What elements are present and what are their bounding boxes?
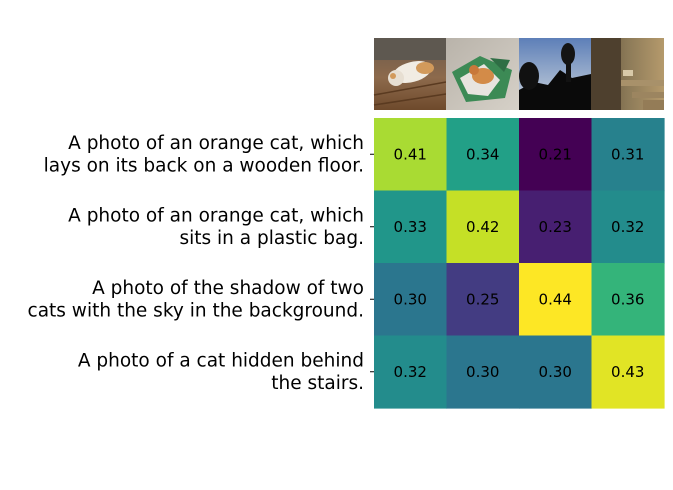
- cell-value-r1-c2: 0.34: [466, 145, 499, 163]
- row-label-1-line-1: A photo of an orange cat, which: [68, 133, 364, 154]
- cell-value-r4-c4: 0.43: [611, 363, 644, 381]
- cell-value-r2-c2: 0.42: [466, 218, 499, 236]
- cell-value-r2-c3: 0.23: [539, 218, 572, 236]
- cell-value-r4-c1: 0.32: [394, 363, 427, 381]
- cell-value-r4-c3: 0.30: [539, 363, 572, 381]
- cell-value-r2-c4: 0.32: [611, 218, 644, 236]
- cell-value-r3-c2: 0.25: [466, 290, 499, 308]
- cat-behind-stairs-photo: [591, 38, 664, 110]
- cat-shadows-sky-photo: [519, 38, 591, 110]
- cell-value-r3-c1: 0.30: [394, 290, 427, 308]
- row-label-3-line-2: cats with the sky in the background.: [28, 301, 364, 322]
- column-images: [373, 38, 664, 110]
- cell-value-r2-c1: 0.33: [394, 218, 427, 236]
- row-label-2-line-1: A photo of an orange cat, which: [68, 206, 364, 227]
- cell-value-r4-c2: 0.30: [466, 363, 499, 381]
- row-labels: A photo of an orange cat, whichlays on i…: [28, 133, 374, 394]
- row-label-3-line-1: A photo of the shadow of two: [92, 278, 364, 299]
- cell-value-r3-c3: 0.44: [539, 290, 572, 308]
- cell-value-r1-c1: 0.41: [394, 145, 427, 163]
- heatmap-grid: 0.41 0.34 0.21 0.31 0.33 0.42 0.23 0.32 0.30 0.25…: [374, 118, 665, 409]
- row-label-4-line-2: the stairs.: [271, 373, 364, 394]
- cell-value-r3-c4: 0.36: [611, 290, 644, 308]
- row-label-2-line-2: sits in a plastic bag.: [179, 228, 364, 249]
- row-label-1-line-2: lays on its back on a wooden floor.: [44, 156, 364, 177]
- similarity-heatmap: 0.41 0.34 0.21 0.31 0.33 0.42 0.23 0.32 0.30 0.25…: [28, 38, 665, 409]
- row-label-4-line-1: A photo of a cat hidden behind: [78, 351, 364, 372]
- cell-value-r1-c4: 0.31: [611, 145, 644, 163]
- cat-in-plastic-bag-photo: [446, 38, 519, 110]
- cell-value-r1-c3: 0.21: [539, 145, 572, 163]
- cat-on-back-wooden-floor-photo: [373, 38, 447, 110]
